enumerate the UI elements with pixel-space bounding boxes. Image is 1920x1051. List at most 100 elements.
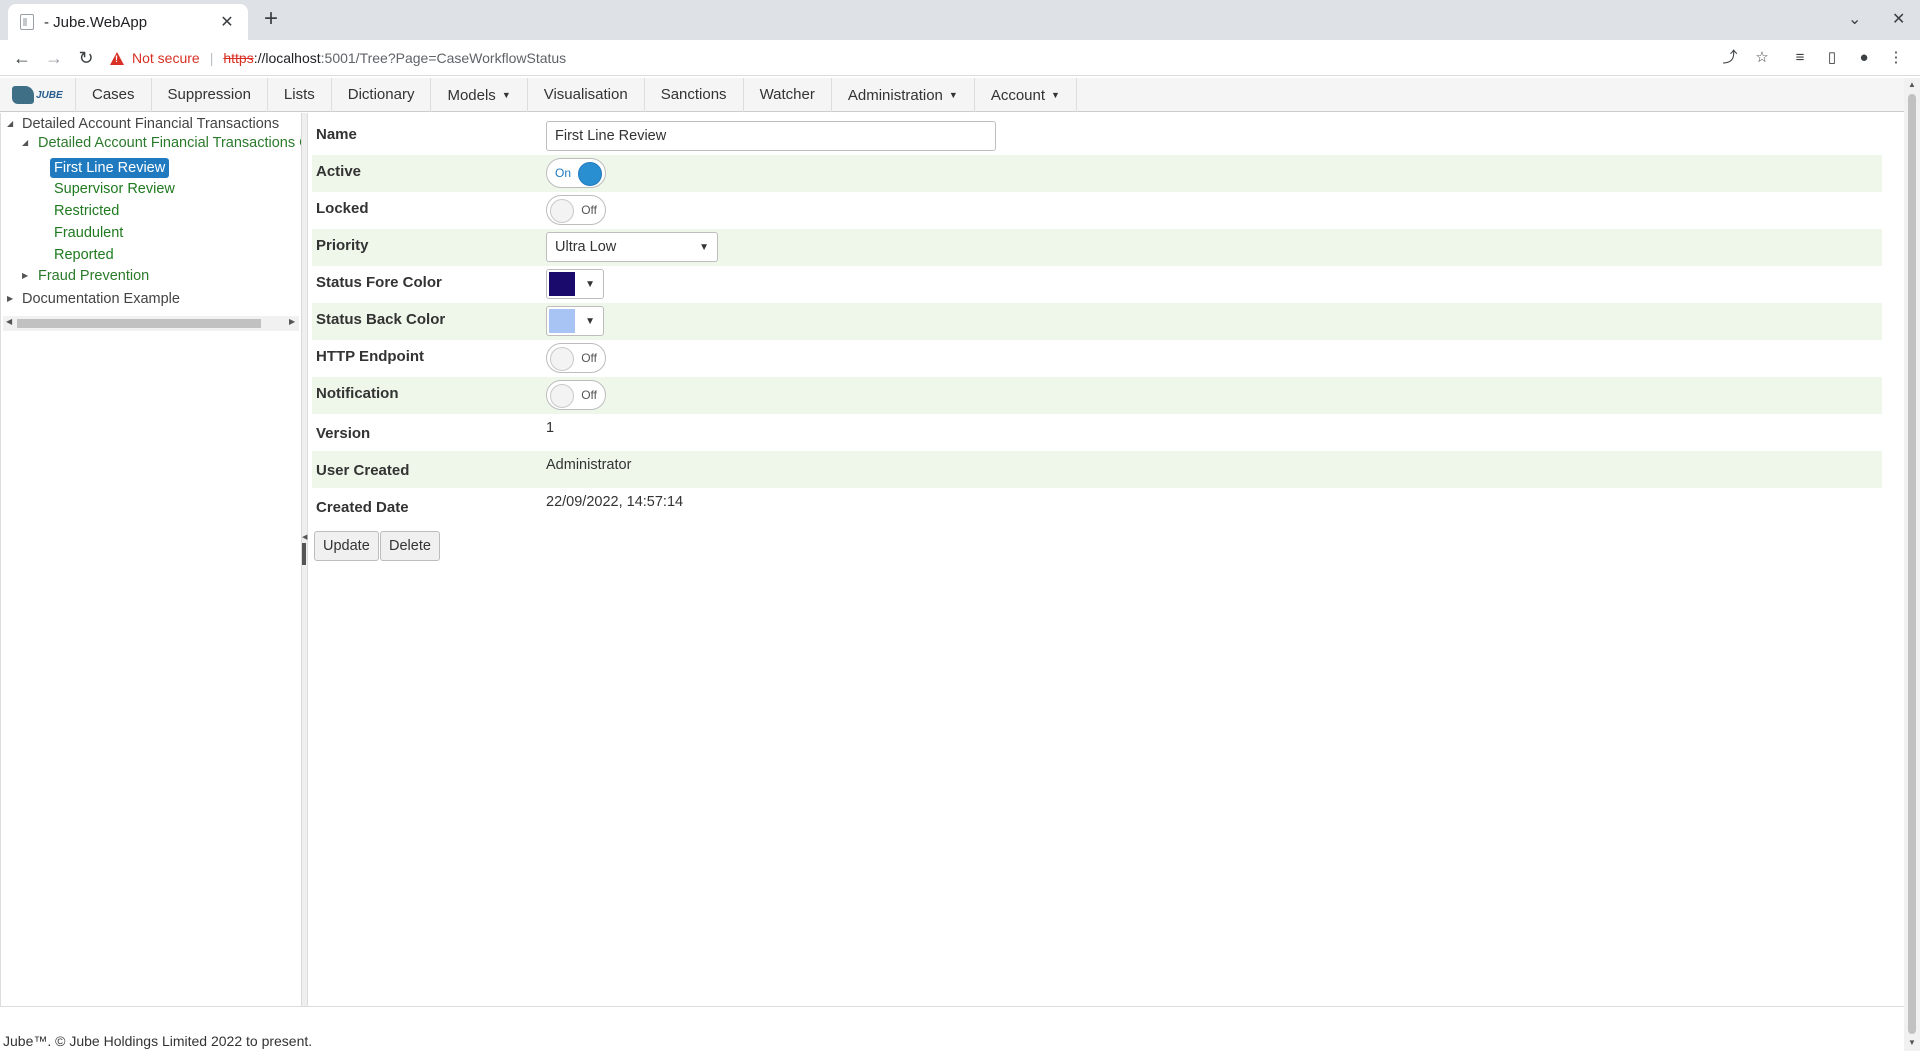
label-locked: Locked (316, 200, 369, 217)
label-http-endpoint: HTTP Endpoint (316, 348, 425, 365)
logo-icon (12, 86, 34, 104)
tree-node-root[interactable]: Detailed Account Financial Transactions (22, 114, 279, 134)
tree-leaf-supervisor-review[interactable]: Supervisor Review (54, 179, 175, 199)
new-tab-button[interactable]: + (258, 7, 284, 33)
row-created-date: Created Date 22/09/2022, 14:57:14 (312, 488, 1882, 525)
name-input[interactable] (546, 121, 996, 151)
tree-expand-icon[interactable]: ▶ (7, 294, 13, 303)
not-secure-label: Not secure (132, 50, 200, 66)
nav-dictionary[interactable]: Dictionary (332, 78, 432, 112)
label-fore-color: Status Fore Color (316, 274, 442, 291)
back-color-swatch (549, 309, 575, 333)
nav-models[interactable]: Models ▼ (431, 78, 528, 112)
row-back-color: Status Back Color ▼ (312, 303, 1882, 340)
toggle-knob (578, 162, 602, 186)
media-icon[interactable]: ≡ (1790, 48, 1810, 68)
caret-down-icon: ▼ (501, 90, 511, 100)
profile-icon[interactable]: ● (1854, 48, 1874, 68)
nav-label: Cases (92, 86, 135, 103)
tab-title: - Jube.WebApp (44, 13, 148, 31)
forward-icon[interactable]: → (42, 46, 66, 70)
active-toggle[interactable]: On (546, 158, 606, 188)
tree-leaf-restricted[interactable]: Restricted (54, 201, 119, 221)
nav-label: Watcher (759, 86, 815, 103)
page-vertical-scrollbar[interactable]: ▲ ▼ (1904, 78, 1920, 1051)
share-icon[interactable]: ⤴ (1720, 48, 1740, 68)
locked-toggle[interactable]: Off (546, 195, 606, 225)
footer: Jube™. © Jube Holdings Limited 2022 to p… (0, 1006, 1904, 1051)
toggle-state: Off (581, 388, 597, 402)
nav-visualisation[interactable]: Visualisation (528, 78, 645, 112)
scroll-right-icon[interactable]: ▶ (289, 317, 295, 326)
tree-node-fraud-prevention[interactable]: Fraud Prevention (38, 266, 149, 286)
reload-icon[interactable]: ↻ (74, 46, 98, 70)
window-close-icon[interactable]: ✕ (1892, 9, 1905, 29)
back-icon[interactable]: ← (10, 46, 34, 70)
label-back-color: Status Back Color (316, 311, 446, 328)
created-date-value: 22/09/2022, 14:57:14 (546, 494, 684, 510)
nav-label: Lists (283, 86, 315, 103)
scroll-down-icon[interactable]: ▼ (1908, 1038, 1916, 1047)
chevron-down-icon[interactable]: ⌄ (1848, 9, 1861, 29)
toggle-state: On (555, 166, 572, 180)
address-bar[interactable]: ! Not secure | https ://localhost :5001/… (110, 44, 1760, 72)
tree-leaf-fraudulent[interactable]: Fraudulent (54, 223, 123, 243)
priority-select[interactable]: Ultra Low ▼ (546, 232, 718, 262)
nav-label: Dictionary (347, 86, 415, 103)
splitter-grip[interactable] (302, 543, 306, 565)
toggle-state: Off (581, 203, 597, 217)
url-path: :5001/Tree?Page=CaseWorkflowStatus (320, 50, 567, 66)
sidepanel-icon[interactable]: ▯ (1822, 48, 1842, 68)
nav-cases[interactable]: Cases (76, 78, 152, 112)
browser-tab[interactable]: - Jube.WebApp ✕ (8, 4, 248, 40)
scroll-thumb[interactable] (17, 319, 261, 328)
label-name: Name (316, 126, 357, 143)
tree-leaf-first-line-review[interactable]: First Line Review (50, 158, 170, 178)
label-priority: Priority (316, 237, 369, 254)
nav-watcher[interactable]: Watcher (744, 78, 832, 112)
http-endpoint-toggle[interactable]: Off (546, 343, 606, 373)
collapse-panel-icon[interactable]: ◀ (302, 533, 307, 541)
url-scheme: https (223, 50, 254, 66)
tree-expand-icon[interactable]: ▶ (22, 271, 28, 280)
tree-collapse-icon[interactable]: ◢ (7, 119, 13, 128)
nav-suppression[interactable]: Suppression (152, 78, 268, 112)
warning-icon: ! (110, 51, 124, 65)
row-name: Name (312, 118, 1882, 155)
tree-collapse-icon[interactable]: ◢ (22, 138, 28, 147)
star-icon[interactable]: ☆ (1752, 48, 1772, 68)
url-host: ://localhost (253, 50, 321, 66)
nav-label: Sanctions (660, 86, 727, 103)
tree-horizontal-scrollbar[interactable]: ◀ ▶ (3, 316, 299, 331)
toggle-state: Off (581, 351, 597, 365)
row-version: Version 1 (312, 414, 1882, 451)
nav-lists[interactable]: Lists (268, 78, 332, 112)
update-button[interactable]: Update (314, 531, 379, 561)
nav-sanctions[interactable]: Sanctions (645, 78, 744, 112)
fore-color-picker[interactable]: ▼ (546, 269, 604, 299)
nav-administration[interactable]: Administration ▼ (832, 78, 975, 112)
delete-button[interactable]: Delete (380, 531, 440, 561)
label-notification: Notification (316, 385, 399, 402)
browser-tabstrip: - Jube.WebApp ✕ + ⌄ ✕ (0, 0, 1920, 40)
fore-color-swatch (549, 272, 575, 296)
tree-leaf-reported[interactable]: Reported (54, 245, 114, 265)
panel-splitter[interactable]: ◀ (302, 113, 308, 1006)
back-color-picker[interactable]: ▼ (546, 306, 604, 336)
user-created-value: Administrator (546, 457, 632, 473)
scroll-thumb[interactable] (1908, 94, 1916, 1034)
toggle-knob (550, 384, 574, 408)
nav-account[interactable]: Account ▼ (975, 78, 1077, 112)
tree-node-documentation[interactable]: Documentation Example (22, 289, 180, 309)
menu-icon[interactable]: ⋮ (1886, 48, 1906, 68)
row-priority: Priority Ultra Low ▼ (312, 229, 1882, 266)
tree-panel: ◢ Detailed Account Financial Transaction… (0, 113, 302, 1006)
tree-node-workflow[interactable]: Detailed Account Financial Transactions … (38, 133, 301, 153)
notification-toggle[interactable]: Off (546, 380, 606, 410)
close-icon[interactable]: ✕ (218, 12, 236, 32)
scroll-left-icon[interactable]: ◀ (6, 317, 12, 326)
row-active: Active On (312, 155, 1882, 192)
jube-logo[interactable]: JUBE (0, 78, 76, 112)
scroll-up-icon[interactable]: ▲ (1908, 80, 1916, 89)
label-active: Active (316, 163, 362, 180)
